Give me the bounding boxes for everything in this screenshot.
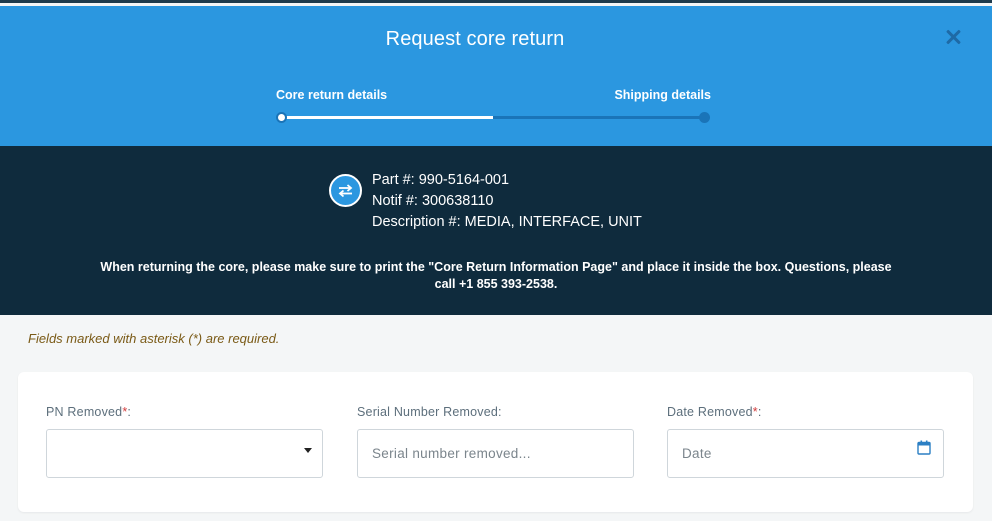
request-core-return-modal: Request core return Core return details … <box>0 0 992 521</box>
date-removed-label: Date Removed*: <box>667 405 762 419</box>
core-info-panel: Part #: 990-5164-001 Notif #: 300638110 … <box>0 146 992 315</box>
date-removed-placeholder: Date <box>682 446 712 461</box>
calendar-icon[interactable] <box>917 440 931 460</box>
close-icon[interactable] <box>942 26 964 48</box>
notif-number: Notif #: 300638110 <box>372 193 494 209</box>
modal-header: Request core return Core return details … <box>0 6 992 146</box>
pn-removed-field: PN Removed*: <box>46 405 323 478</box>
caret-down-icon[interactable] <box>304 448 312 453</box>
date-removed-field: Date Removed*: Date <box>667 405 944 478</box>
stepper-progress <box>281 116 493 119</box>
date-removed-input[interactable]: Date <box>667 429 944 478</box>
core-details: Part #: 990-5164-001 Notif #: 300638110 … <box>372 170 642 233</box>
serial-removed-placeholder: Serial number removed... <box>372 446 531 461</box>
return-notice: When returning the core, please make sur… <box>100 260 892 291</box>
required-fields-note: Fields marked with asterisk (*) are requ… <box>28 331 280 346</box>
modal-title: Request core return <box>385 28 565 50</box>
step-start-dot <box>276 112 287 123</box>
stepper: Core return details Shipping details <box>276 86 711 126</box>
description: Description #: MEDIA, INTERFACE, UNIT <box>372 214 642 230</box>
step-core-return-details: Core return details <box>276 88 388 102</box>
swap-arrows-icon <box>329 174 362 207</box>
part-number: Part #: 990-5164-001 <box>372 172 510 188</box>
serial-removed-input[interactable]: Serial number removed... <box>357 429 634 478</box>
step-shipping-details: Shipping details <box>614 88 711 102</box>
serial-removed-label: Serial Number Removed: <box>357 405 502 419</box>
step-end-dot <box>699 112 710 123</box>
pn-removed-label: PN Removed*: <box>46 405 132 419</box>
pn-removed-select[interactable] <box>46 429 323 478</box>
serial-removed-field: Serial Number Removed: Serial number rem… <box>357 405 634 478</box>
core-return-form-card: PN Removed*: Serial Number Removed: Seri… <box>18 372 973 512</box>
